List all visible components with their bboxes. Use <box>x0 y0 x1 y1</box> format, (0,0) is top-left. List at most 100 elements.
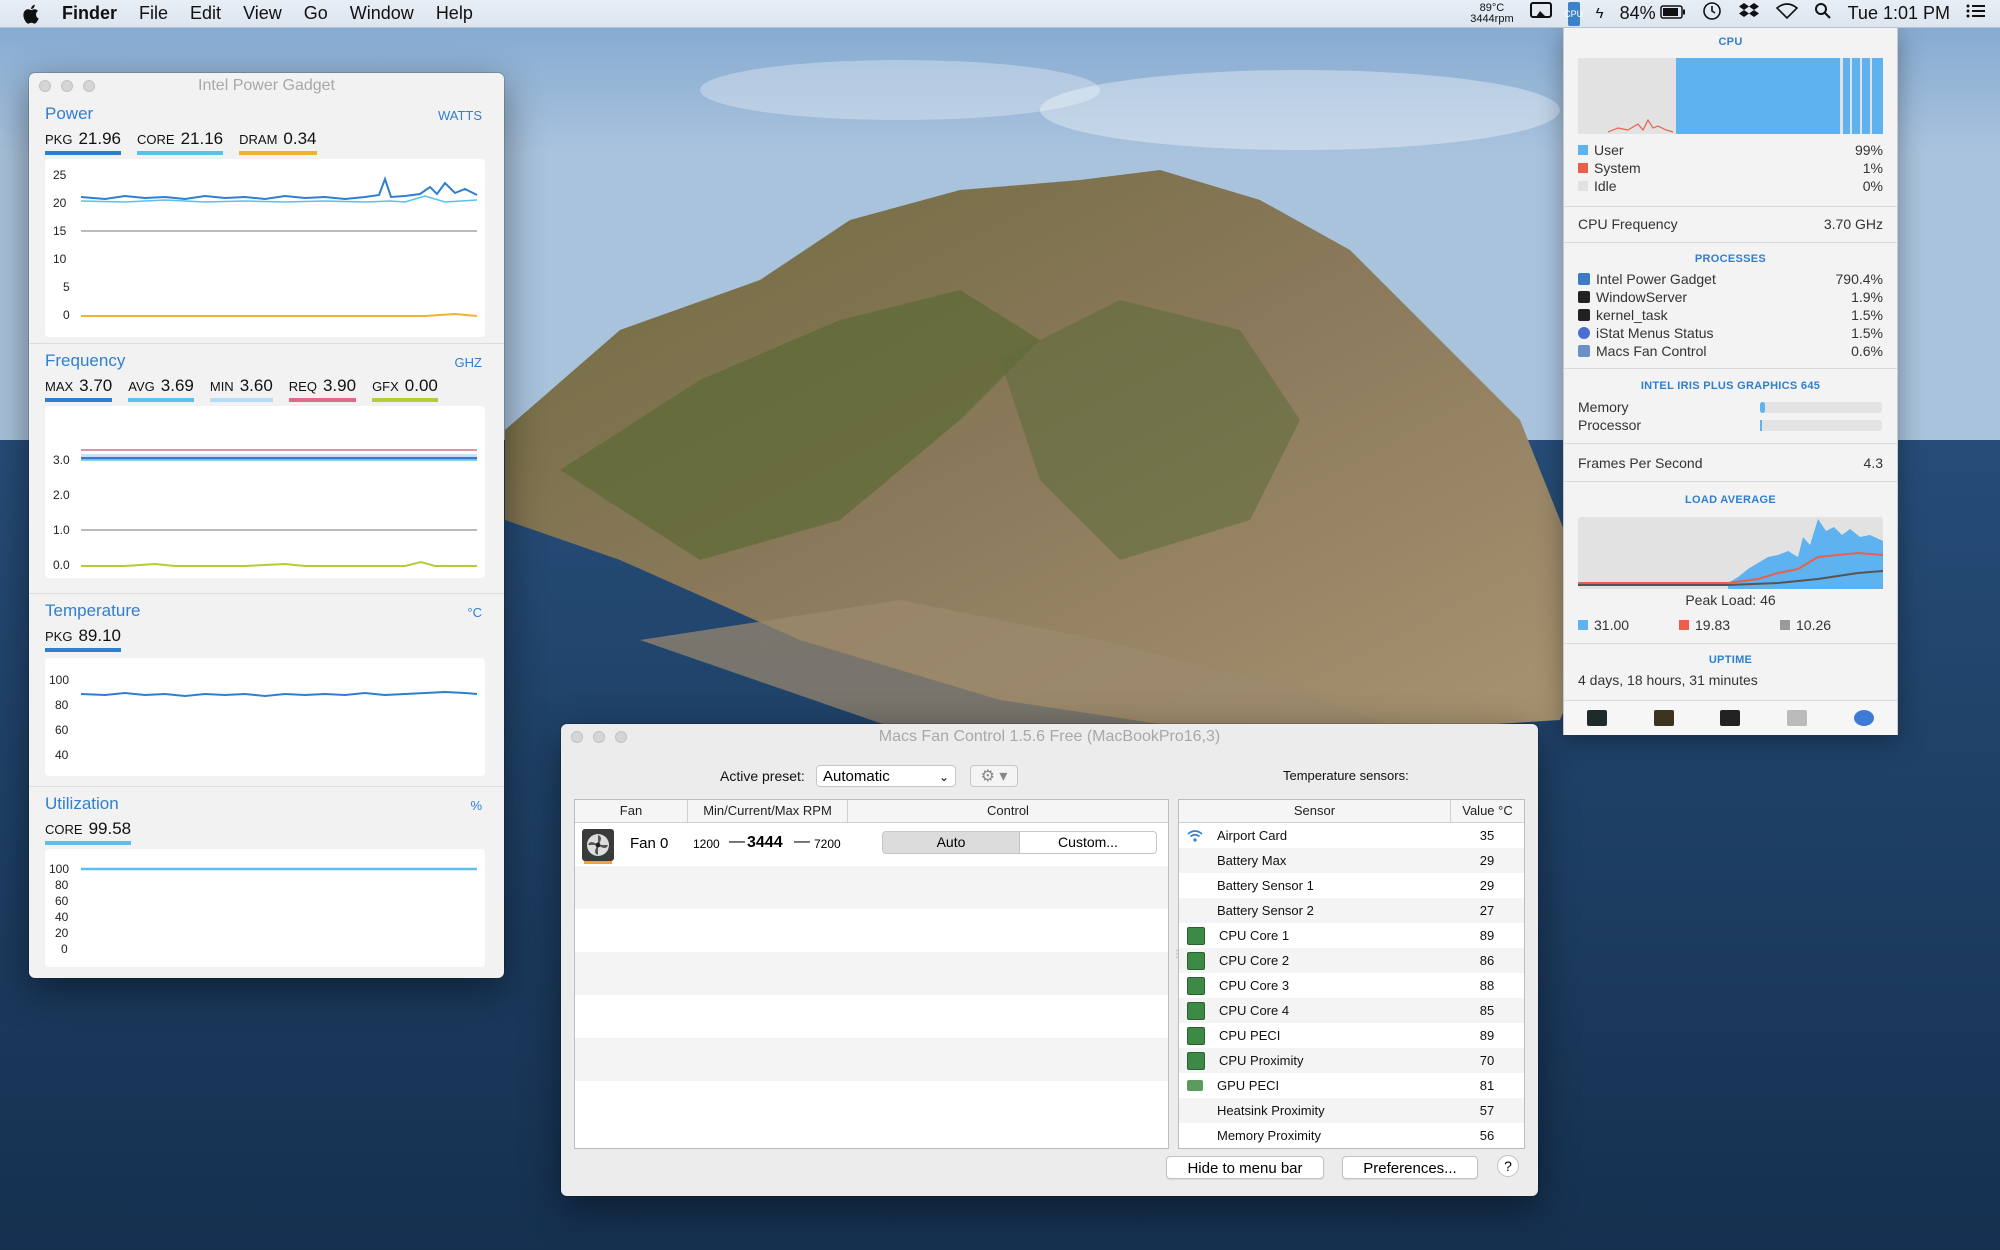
sensor-row[interactable]: Memory Proximity 56 <box>1179 1123 1524 1148</box>
sensor-row[interactable]: Battery Max 29 <box>1179 848 1524 873</box>
menu-view[interactable]: View <box>243 3 282 24</box>
hide-to-menu-bar-button[interactable]: Hide to menu bar <box>1166 1156 1324 1179</box>
sensor-row[interactable]: CPU Core 4 85 <box>1179 998 1524 1023</box>
close-button[interactable] <box>571 731 583 743</box>
sensor-row[interactable]: CPU PECI 89 <box>1179 1023 1524 1048</box>
minimize-button[interactable] <box>61 80 73 92</box>
system-info-icon[interactable] <box>1787 710 1808 726</box>
sensor-row[interactable]: GPU PECI 81 <box>1179 1073 1524 1098</box>
minimize-button[interactable] <box>593 731 605 743</box>
mfc-titlebar[interactable]: Macs Fan Control 1.5.6 Free (MacBookPro1… <box>561 724 1538 750</box>
menu-help[interactable]: Help <box>436 3 473 24</box>
temperature-title: Temperature <box>45 601 141 620</box>
temperature-tick: 60 <box>55 723 69 737</box>
zoom-button[interactable] <box>615 731 627 743</box>
time-machine-icon[interactable] <box>1702 1 1722 26</box>
preset-gear-button[interactable]: ⚙ ▾ <box>970 765 1018 787</box>
sensor-row[interactable]: CPU Core 1 89 <box>1179 923 1524 948</box>
auto-button[interactable]: Auto <box>883 832 1020 853</box>
power-dram-line <box>81 312 478 317</box>
notification-center-icon[interactable] <box>1966 3 1986 24</box>
col-control[interactable]: Control <box>848 800 1168 822</box>
chip-icon <box>1187 1001 1205 1020</box>
dropbox-icon[interactable] <box>1738 2 1760 25</box>
frequency-axis: 3.0 2.0 1.0 0.0 <box>53 453 70 572</box>
chip-icon <box>1187 1051 1205 1070</box>
col-rpm[interactable]: Min/Current/Max RPM <box>688 800 848 822</box>
empty-row <box>575 1038 1168 1081</box>
power-unit: WATTS <box>437 108 482 123</box>
close-button[interactable] <box>39 80 51 92</box>
power-gadget-menu-icon[interactable] <box>1529 1 1552 26</box>
wifi-icon[interactable] <box>1775 3 1798 24</box>
fan-table: Fan Min/Current/Max RPM Control Fan 0 12… <box>574 799 1169 1149</box>
ipg-titlebar[interactable]: Intel Power Gadget <box>29 73 504 99</box>
dash-separator: — <box>794 833 810 850</box>
sensor-row[interactable]: Airport Card 35 <box>1179 823 1524 848</box>
dash-separator: — <box>729 833 745 850</box>
gpu-memory-bar <box>1760 402 1882 413</box>
window-controls <box>571 731 637 743</box>
section-divider <box>29 786 504 787</box>
sensor-row[interactable]: Heatsink Proximity 57 <box>1179 1098 1524 1123</box>
legend-swatch <box>1780 620 1790 630</box>
menu-file[interactable]: File <box>139 3 168 24</box>
col-value[interactable]: Value °C <box>1451 800 1524 822</box>
fan-rpm-readout: 3444rpm <box>1470 12 1514 25</box>
istat-footer <box>1564 700 1897 735</box>
frequency-title: Frequency <box>45 351 126 370</box>
preset-dropdown[interactable]: Automatic ⌄ <box>816 765 956 787</box>
menu-app-finder[interactable]: Finder <box>62 3 117 24</box>
sensor-row[interactable]: CPU Core 3 88 <box>1179 973 1524 998</box>
status-area: 89°C 3444rpm CPU ϟ 84% Tue 1:01 PM <box>1454 0 1986 27</box>
power-core: CORE 21.16 <box>137 129 224 155</box>
gpu-header: INTEL IRIS PLUS GRAPHICS 645 <box>1640 380 1821 392</box>
process-row[interactable]: WindowServer 1.9% <box>1578 289 1883 305</box>
power-metrics: PKG 21.96 CORE 21.16 DRAM 0.34 <box>45 129 333 155</box>
spotlight-search-icon[interactable] <box>1814 2 1832 25</box>
util-core: CORE 99.58 <box>45 819 132 845</box>
legend-swatch <box>1578 181 1588 191</box>
console-icon[interactable] <box>1653 710 1674 726</box>
custom-button[interactable]: Custom... <box>1020 832 1156 853</box>
processes-header: PROCESSES <box>1694 253 1767 265</box>
help-button[interactable]: ? <box>1497 1155 1519 1177</box>
process-row[interactable]: Macs Fan Control 0.6% <box>1578 343 1883 359</box>
process-row[interactable]: Intel Power Gadget 790.4% <box>1578 271 1883 287</box>
battery-icon[interactable] <box>1659 3 1686 24</box>
menu-window[interactable]: Window <box>350 3 414 24</box>
temperature-metrics: PKG 89.10 <box>45 626 137 652</box>
fan-status-item[interactable]: 89°C 3444rpm <box>1470 2 1514 25</box>
istat-preferences-icon[interactable] <box>1853 710 1874 726</box>
section-divider <box>29 343 504 344</box>
sensor-row[interactable]: CPU Proximity 70 <box>1179 1048 1524 1073</box>
terminal-icon[interactable] <box>1720 710 1741 726</box>
process-row[interactable]: kernel_task 1.5% <box>1578 307 1883 323</box>
istat-cpu-dropdown: CPU User 99% System 1% Idle 0% CPU Frequ… <box>1563 27 1898 735</box>
legend-swatch <box>1679 620 1689 630</box>
menu-clock[interactable]: Tue 1:01 PM <box>1848 3 1950 24</box>
col-fan[interactable]: Fan <box>575 800 688 822</box>
col-sensor[interactable]: Sensor <box>1179 800 1451 822</box>
chip-icon <box>1187 951 1205 970</box>
activity-monitor-icon[interactable] <box>1587 710 1608 726</box>
preferences-button[interactable]: Preferences... <box>1342 1156 1478 1179</box>
sensor-row[interactable]: CPU Core 2 86 <box>1179 948 1524 973</box>
process-row[interactable]: iStat Menus Status 1.5% <box>1578 325 1883 341</box>
apple-menu-icon[interactable] <box>22 3 48 25</box>
fan-row[interactable]: Fan 0 1200 — 3444 — 7200 Auto Custom... <box>575 823 1168 866</box>
legend-swatch <box>1578 145 1588 155</box>
sensor-row[interactable]: Battery Sensor 2 27 <box>1179 898 1524 923</box>
zoom-button[interactable] <box>83 80 95 92</box>
sensor-row[interactable]: Battery Sensor 1 29 <box>1179 873 1524 898</box>
temp-sensors-label: Temperature sensors: <box>1283 768 1409 783</box>
battery-percent[interactable]: 84% <box>1620 3 1656 24</box>
menu-go[interactable]: Go <box>304 3 328 24</box>
frequency-chart-svg: 3.0 2.0 1.0 0.0 <box>53 449 477 572</box>
frequency-tick: 3.0 <box>53 453 70 467</box>
menu-edit[interactable]: Edit <box>190 3 221 24</box>
cpu-menu-badge[interactable]: CPU <box>1564 1 1583 26</box>
freq-avg: AVG 3.69 <box>128 376 194 402</box>
frequency-tick: 0.0 <box>53 558 70 572</box>
bolt-icon[interactable]: ϟ <box>1596 5 1604 22</box>
